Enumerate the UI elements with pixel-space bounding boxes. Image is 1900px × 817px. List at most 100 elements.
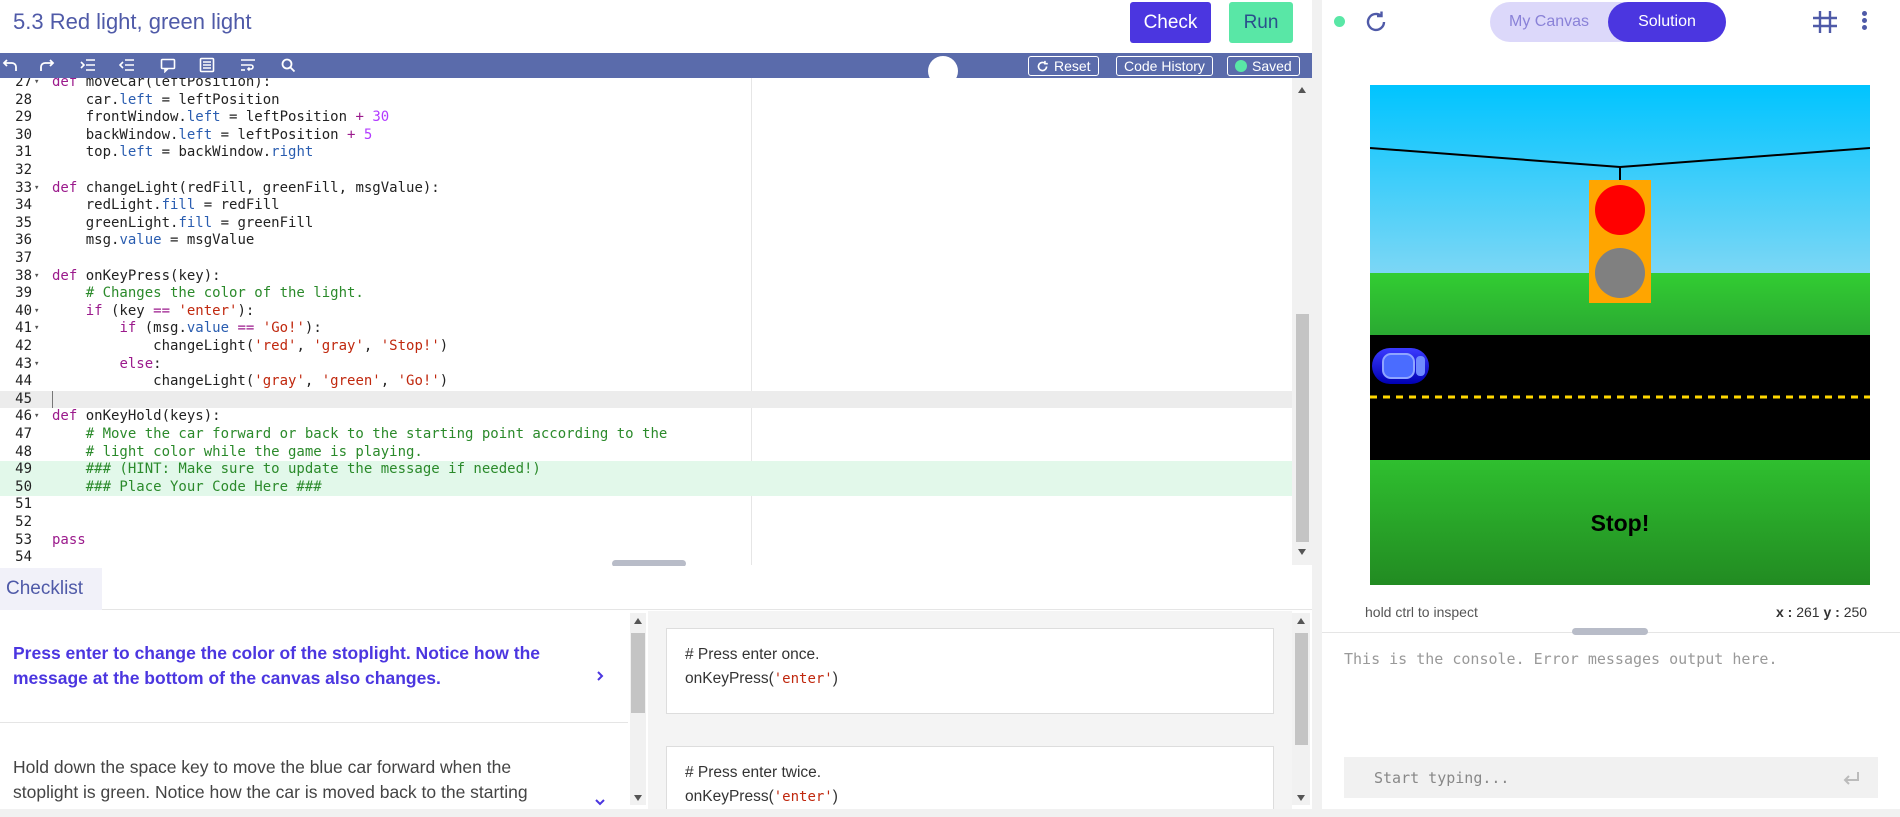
code-line[interactable]: 44 changeLight('gray', 'green', 'Go!')	[0, 373, 1292, 391]
code-line[interactable]: 32	[0, 162, 1292, 180]
line-number: 54	[15, 549, 32, 565]
fold-arrow-icon[interactable]: ▾	[34, 180, 44, 198]
checklist-item-text: Hold down the space key to move the blue…	[13, 757, 528, 802]
code-text: ### (HINT: Make sure to update the messa…	[52, 461, 541, 478]
code-text: def moveCar(leftPosition):	[52, 78, 272, 90]
reset-button[interactable]: Reset	[1028, 56, 1099, 76]
code-line[interactable]: 35 greenLight.fill = greenFill	[0, 215, 1292, 233]
code-text: top.left = backWindow.right	[52, 144, 314, 161]
code-line[interactable]: 39 # Changes the color of the light.	[0, 285, 1292, 303]
code-line[interactable]: 45	[0, 390, 1292, 409]
line-number: 31	[15, 144, 32, 161]
line-number: 45	[15, 390, 32, 407]
code-area[interactable]: 27 ▾ def moveCar(leftPosition): 28 car.left…	[0, 78, 1292, 565]
code-line[interactable]: 48 # light color while the game is playi…	[0, 444, 1292, 462]
tab-my-canvas[interactable]: My Canvas	[1490, 2, 1608, 42]
scroll-up-icon[interactable]	[1297, 618, 1305, 624]
code-text: # Move the car forward or back to the st…	[52, 426, 668, 442]
code-line[interactable]: 36 msg.value = msgValue	[0, 232, 1292, 250]
code-line[interactable]: 27 ▾ def moveCar(leftPosition):	[0, 78, 1292, 92]
code-line[interactable]: 49 ### (HINT: Make sure to update the me…	[0, 461, 1292, 479]
code-line[interactable]: 53 pass	[0, 532, 1292, 550]
code-line[interactable]: 28 car.left = leftPosition	[0, 92, 1292, 110]
code-text: if (msg.value == 'Go!'):	[119, 320, 322, 337]
code-line[interactable]: 51	[0, 496, 1292, 514]
code-text: changeLight('red', 'gray', 'Stop!')	[52, 338, 449, 354]
scroll-up-icon[interactable]	[634, 618, 642, 624]
code-history-button[interactable]: Code History	[1116, 56, 1213, 76]
fold-arrow-icon[interactable]: ▾	[34, 408, 44, 426]
tab-solution[interactable]: Solution	[1608, 2, 1726, 42]
editor-toolbar: Reset Code History Saved	[0, 53, 1312, 78]
text-cursor	[52, 391, 53, 408]
checklist-scrollbar[interactable]	[630, 613, 646, 805]
checklist-item[interactable]: Hold down the space key to move the blue…	[0, 724, 628, 817]
code-line[interactable]: 42 changeLight('red', 'gray', 'Stop!')	[0, 338, 1292, 356]
code-line[interactable]: 30 backWindow.left = leftPosition + 5	[0, 127, 1292, 145]
undo-icon[interactable]	[0, 56, 20, 74]
code-line[interactable]: 37	[0, 250, 1292, 268]
console-resize-handle[interactable]	[1572, 628, 1648, 635]
chevron-right-icon[interactable]	[594, 664, 606, 681]
search-icon[interactable]	[278, 56, 298, 74]
fold-arrow-icon[interactable]: ▾	[34, 303, 44, 321]
editor-scrollbar-thumb[interactable]	[1296, 314, 1309, 542]
scroll-down-icon[interactable]	[634, 795, 642, 801]
refresh-icon[interactable]	[1363, 9, 1389, 35]
grid-icon[interactable]	[1811, 9, 1839, 35]
fold-arrow-icon[interactable]: ▾	[34, 356, 44, 374]
wrap-icon[interactable]	[238, 56, 258, 74]
code-line[interactable]: 50 ### Place Your Code Here ###	[0, 478, 1292, 497]
code-line[interactable]: 47 # Move the car forward or back to the…	[0, 426, 1292, 444]
code-text: changeLight('gray', 'green', 'Go!')	[52, 373, 449, 390]
chevron-down-icon[interactable]	[594, 790, 606, 806]
line-number: 47	[15, 426, 32, 442]
panel-divider[interactable]	[1312, 0, 1322, 817]
fold-arrow-icon[interactable]: ▾	[34, 78, 44, 92]
format-icon[interactable]	[197, 56, 217, 74]
fold-arrow-icon[interactable]: ▾	[34, 268, 44, 286]
line-number: 28	[15, 91, 32, 108]
green-light	[1595, 248, 1645, 298]
console-input[interactable]	[1344, 757, 1878, 798]
code-line[interactable]: 29 frontWindow.left = leftPosition + 30	[0, 109, 1292, 127]
code-line[interactable]: 38 ▾ def onKeyPress(key):	[0, 268, 1292, 286]
code-line[interactable]: 52	[0, 514, 1292, 532]
indent-icon[interactable]	[78, 56, 98, 74]
line-number: 32	[15, 162, 32, 178]
enter-icon[interactable]	[1841, 768, 1861, 788]
line-number: 49	[15, 461, 32, 478]
outdent-icon[interactable]	[117, 56, 137, 74]
code-editor[interactable]: 27 ▾ def moveCar(leftPosition): 28 car.left…	[0, 78, 1312, 565]
code-line[interactable]: 46 ▾ def onKeyHold(keys):	[0, 408, 1292, 426]
tab-checklist[interactable]: Checklist	[0, 568, 102, 610]
line-number: 40	[15, 302, 32, 319]
canvas-message: Stop!	[1591, 510, 1650, 536]
red-light	[1595, 185, 1645, 235]
more-options-icon[interactable]	[1859, 9, 1869, 35]
line-number: 46	[15, 408, 32, 425]
editor-scrollbar[interactable]	[1292, 78, 1312, 565]
run-button[interactable]: Run	[1229, 2, 1293, 43]
scroll-down-icon[interactable]	[1297, 795, 1305, 801]
scroll-down-icon[interactable]	[1298, 549, 1306, 555]
canvas[interactable]: Stop!	[1370, 85, 1870, 585]
check-button[interactable]: Check	[1130, 2, 1211, 43]
checklist-scrollbar-thumb[interactable]	[631, 633, 645, 713]
fold-arrow-icon[interactable]: ▾	[34, 320, 44, 338]
tests-scrollbar[interactable]	[1292, 613, 1310, 805]
code-line[interactable]: 31 top.left = backWindow.right	[0, 144, 1292, 162]
code-line[interactable]: 43 ▾ else:	[0, 356, 1292, 374]
code-line[interactable]: 41 ▾ if (msg.value == 'Go!'):	[0, 320, 1292, 338]
redo-icon[interactable]	[37, 56, 57, 74]
checklist-item-active[interactable]: Press enter to change the color of the s…	[0, 611, 628, 723]
comment-icon[interactable]	[158, 56, 178, 74]
scroll-up-icon[interactable]	[1298, 87, 1306, 93]
code-line[interactable]: 40 ▾ if (key == 'enter'):	[0, 303, 1292, 321]
code-line[interactable]: 34 redLight.fill = redFill	[0, 197, 1292, 215]
test-case: # Press enter once. onKeyPress('enter')	[666, 628, 1274, 714]
code-line[interactable]: 33 ▾ def changeLight(redFill, greenFill, m…	[0, 180, 1292, 198]
tests-scrollbar-thumb[interactable]	[1295, 633, 1308, 745]
checklist-item-text: Press enter to change the color of the s…	[13, 643, 540, 688]
line-number: 36	[15, 232, 32, 249]
